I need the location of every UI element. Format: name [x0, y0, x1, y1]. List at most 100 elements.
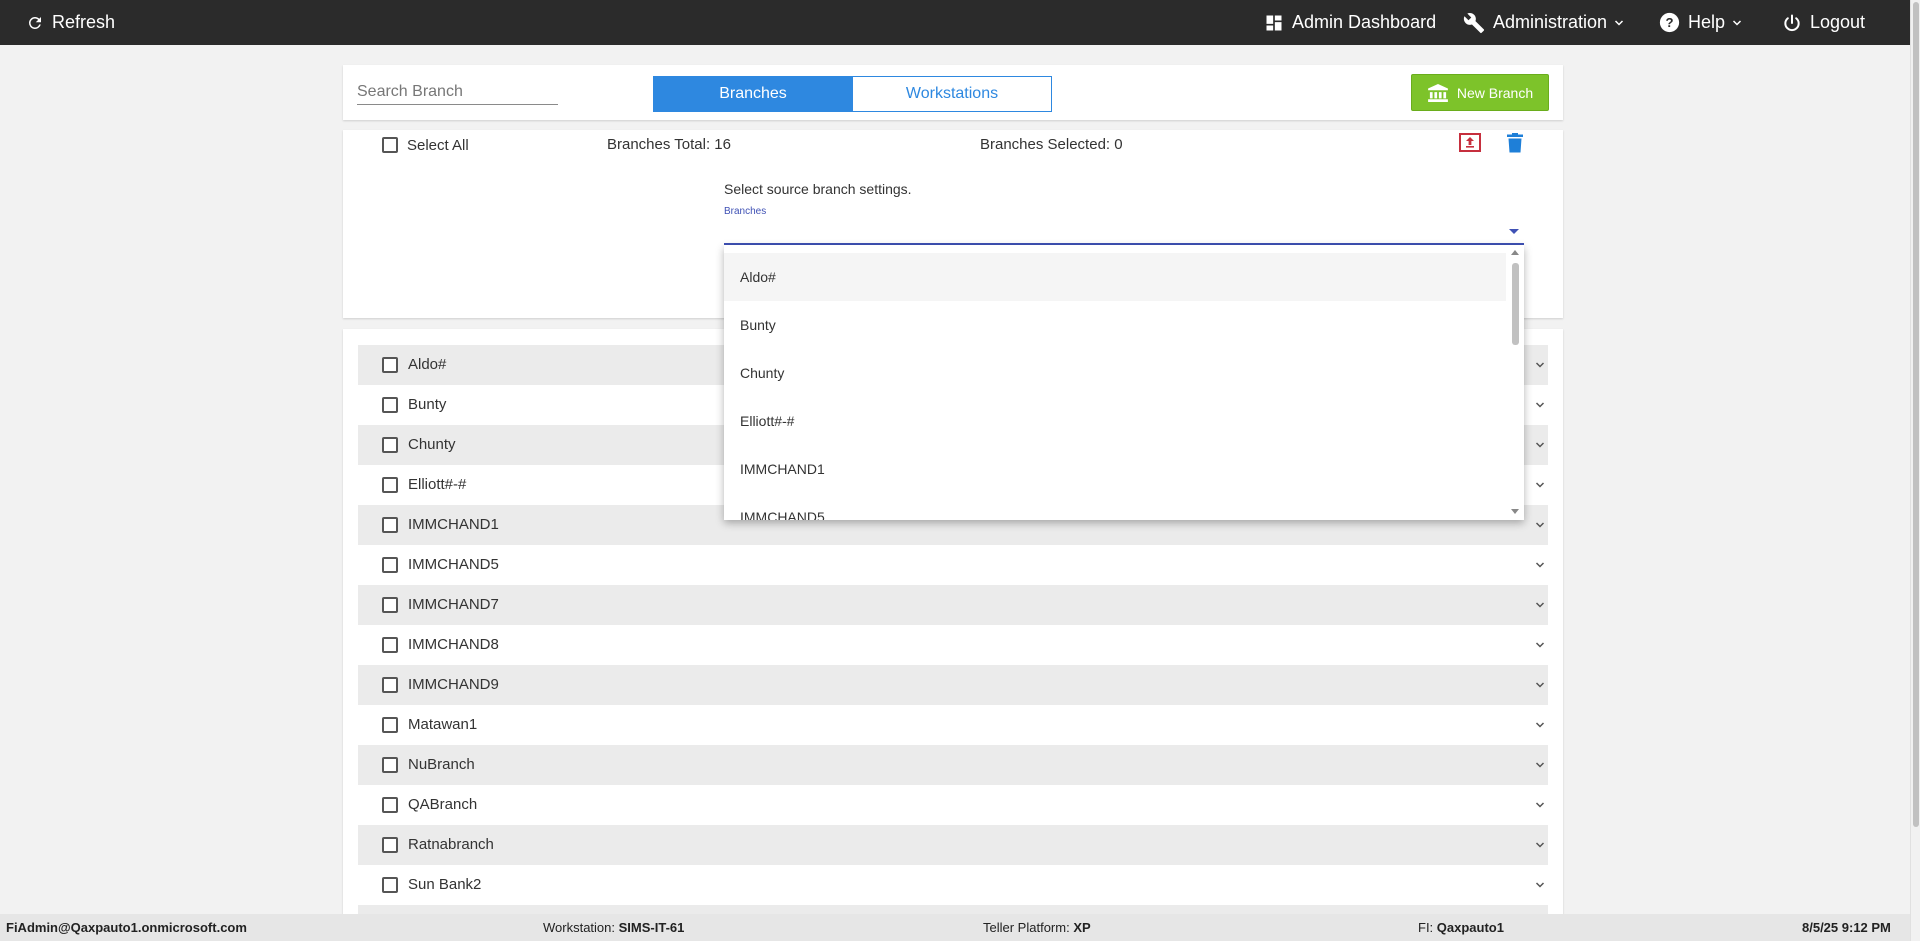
dropdown-option[interactable]: Elliott#-# — [724, 397, 1506, 445]
branch-name: IMMCHAND7 — [408, 596, 499, 613]
select-all-label: Select All — [407, 137, 469, 154]
administration-label: Administration — [1493, 12, 1608, 32]
row-checkbox[interactable] — [382, 437, 398, 453]
dropdown-option-label: IMMCHAND5 — [740, 509, 825, 520]
chevron-down-icon[interactable] — [1534, 639, 1546, 651]
branch-name: Chunty — [408, 436, 456, 453]
status-workstation: Workstation: SIMS-IT-61 — [543, 920, 685, 935]
chevron-down-icon[interactable] — [1534, 519, 1546, 531]
branch-name: Elliott#-# — [408, 476, 467, 493]
dropdown-option-label: Bunty — [740, 317, 776, 333]
dropdown-option-label: IMMCHAND1 — [740, 461, 825, 477]
branch-name: Bunty — [408, 396, 447, 413]
refresh-button[interactable]: Refresh — [26, 0, 115, 45]
list-item[interactable]: Sun Bank2 — [358, 865, 1548, 905]
list-item[interactable]: IMMCHAND8 — [358, 625, 1548, 665]
row-checkbox[interactable] — [382, 517, 398, 533]
administration-menu[interactable]: Administration — [1463, 0, 1633, 45]
chevron-down-icon[interactable] — [1534, 479, 1546, 491]
chevron-down-icon[interactable] — [1534, 799, 1546, 811]
dropdown-option[interactable]: Aldo# — [724, 253, 1506, 301]
row-checkbox[interactable] — [382, 797, 398, 813]
chevron-down-icon[interactable] — [1534, 839, 1546, 851]
admin-dashboard-label: Admin Dashboard — [1292, 12, 1437, 32]
branches-selected-text: Branches Selected: 0 — [980, 136, 1123, 153]
chevron-down-icon[interactable] — [1534, 559, 1546, 571]
page-scroll-thumb[interactable] — [1913, 2, 1919, 827]
row-checkbox[interactable] — [382, 597, 398, 613]
row-checkbox[interactable] — [382, 397, 398, 413]
row-checkbox[interactable] — [382, 637, 398, 653]
logout-button[interactable]: Logout — [1782, 0, 1865, 45]
row-checkbox[interactable] — [382, 717, 398, 733]
logout-label: Logout — [1810, 12, 1866, 32]
trash-icon — [1507, 133, 1523, 153]
scroll-down-arrow-icon[interactable] — [1511, 509, 1519, 514]
branch-header-card: Branches Workstations New Branch — [343, 65, 1563, 120]
list-item[interactable]: IMMCHAND9 — [358, 665, 1548, 705]
list-item[interactable]: NuBranch — [358, 745, 1548, 785]
row-checkbox[interactable] — [382, 357, 398, 373]
tab-branches[interactable]: Branches — [653, 76, 853, 112]
dropdown-scrollbar[interactable] — [1507, 245, 1524, 520]
branch-name: Ratnabranch — [408, 836, 494, 853]
branches-dropdown-list: Aldo# Bunty Chunty Elliott#-# IMMCHAND1 … — [724, 245, 1524, 520]
dashboard-icon — [1266, 15, 1282, 30]
status-datetime: 8/5/25 9:12 PM — [1802, 920, 1891, 935]
branch-name: IMMCHAND5 — [408, 556, 499, 573]
list-item[interactable]: IMMCHAND7 — [358, 585, 1548, 625]
status-bar: FiAdmin@Qaxpauto1.onmicrosoft.com Workst… — [0, 914, 1910, 941]
chevron-down-icon[interactable] — [1534, 399, 1546, 411]
refresh-icon — [28, 16, 41, 29]
new-branch-button[interactable]: New Branch — [1411, 74, 1549, 111]
scroll-up-arrow-icon[interactable] — [1511, 250, 1519, 255]
branch-name: IMMCHAND8 — [408, 636, 499, 653]
branch-name: NuBranch — [408, 756, 475, 773]
chevron-down-icon[interactable] — [1534, 599, 1546, 611]
delete-button[interactable] — [1507, 133, 1523, 158]
row-checkbox[interactable] — [382, 477, 398, 493]
dropdown-option[interactable]: IMMCHAND5 — [724, 493, 1506, 520]
status-teller-platform: Teller Platform: XP — [983, 920, 1091, 935]
chevron-down-icon[interactable] — [1534, 679, 1546, 691]
dropdown-option-label: Aldo# — [740, 269, 776, 285]
dropdown-option[interactable]: Chunty — [724, 349, 1506, 397]
power-icon — [1784, 14, 1800, 31]
chevron-down-icon[interactable] — [1534, 439, 1546, 451]
branch-name: IMMCHAND9 — [408, 676, 499, 693]
dropdown-option-label: Chunty — [740, 365, 785, 381]
search-branch-input[interactable] — [357, 80, 558, 105]
select-all-checkbox[interactable] — [382, 137, 398, 153]
row-checkbox[interactable] — [382, 757, 398, 773]
source-branch-prompt: Select source branch settings. — [724, 181, 912, 197]
bank-icon — [1427, 83, 1448, 102]
dropdown-option[interactable]: Bunty — [724, 301, 1506, 349]
chevron-down-icon[interactable] — [1534, 759, 1546, 771]
branch-name: QABranch — [408, 796, 478, 813]
list-item[interactable]: Ratnabranch — [358, 825, 1548, 865]
help-menu[interactable]: ? Help — [1659, 0, 1751, 45]
refresh-label: Refresh — [52, 12, 116, 32]
list-item[interactable]: QABranch — [358, 785, 1548, 825]
export-icon — [1459, 133, 1481, 152]
chevron-down-icon[interactable] — [1534, 359, 1546, 371]
dropdown-arrow-icon[interactable] — [1509, 229, 1519, 234]
dropdown-scroll-thumb[interactable] — [1512, 263, 1519, 345]
export-button[interactable] — [1459, 133, 1481, 157]
list-item[interactable]: IMMCHAND5 — [358, 545, 1548, 585]
branches-total-text: Branches Total: 16 — [607, 136, 731, 153]
dropdown-option-label: Elliott#-# — [740, 413, 795, 429]
chevron-down-icon[interactable] — [1534, 719, 1546, 731]
list-item[interactable]: Matawan1 — [358, 705, 1548, 745]
admin-dashboard-link[interactable]: Admin Dashboard — [1264, 0, 1436, 45]
row-checkbox[interactable] — [382, 877, 398, 893]
dropdown-option[interactable]: IMMCHAND1 — [724, 445, 1506, 493]
status-fi: FI: Qaxpauto1 — [1418, 920, 1504, 935]
row-checkbox[interactable] — [382, 837, 398, 853]
tab-workstations[interactable]: Workstations — [852, 76, 1052, 112]
row-checkbox[interactable] — [382, 677, 398, 693]
page-scrollbar[interactable] — [1910, 0, 1920, 941]
chevron-down-icon — [1615, 19, 1624, 26]
chevron-down-icon[interactable] — [1534, 879, 1546, 891]
row-checkbox[interactable] — [382, 557, 398, 573]
